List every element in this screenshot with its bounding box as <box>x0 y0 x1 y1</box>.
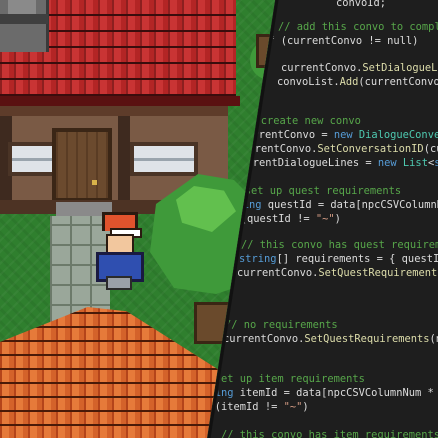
split-screen-composition: convoId;// add this convo to complete li… <box>0 0 438 438</box>
split-divider <box>207 0 279 438</box>
